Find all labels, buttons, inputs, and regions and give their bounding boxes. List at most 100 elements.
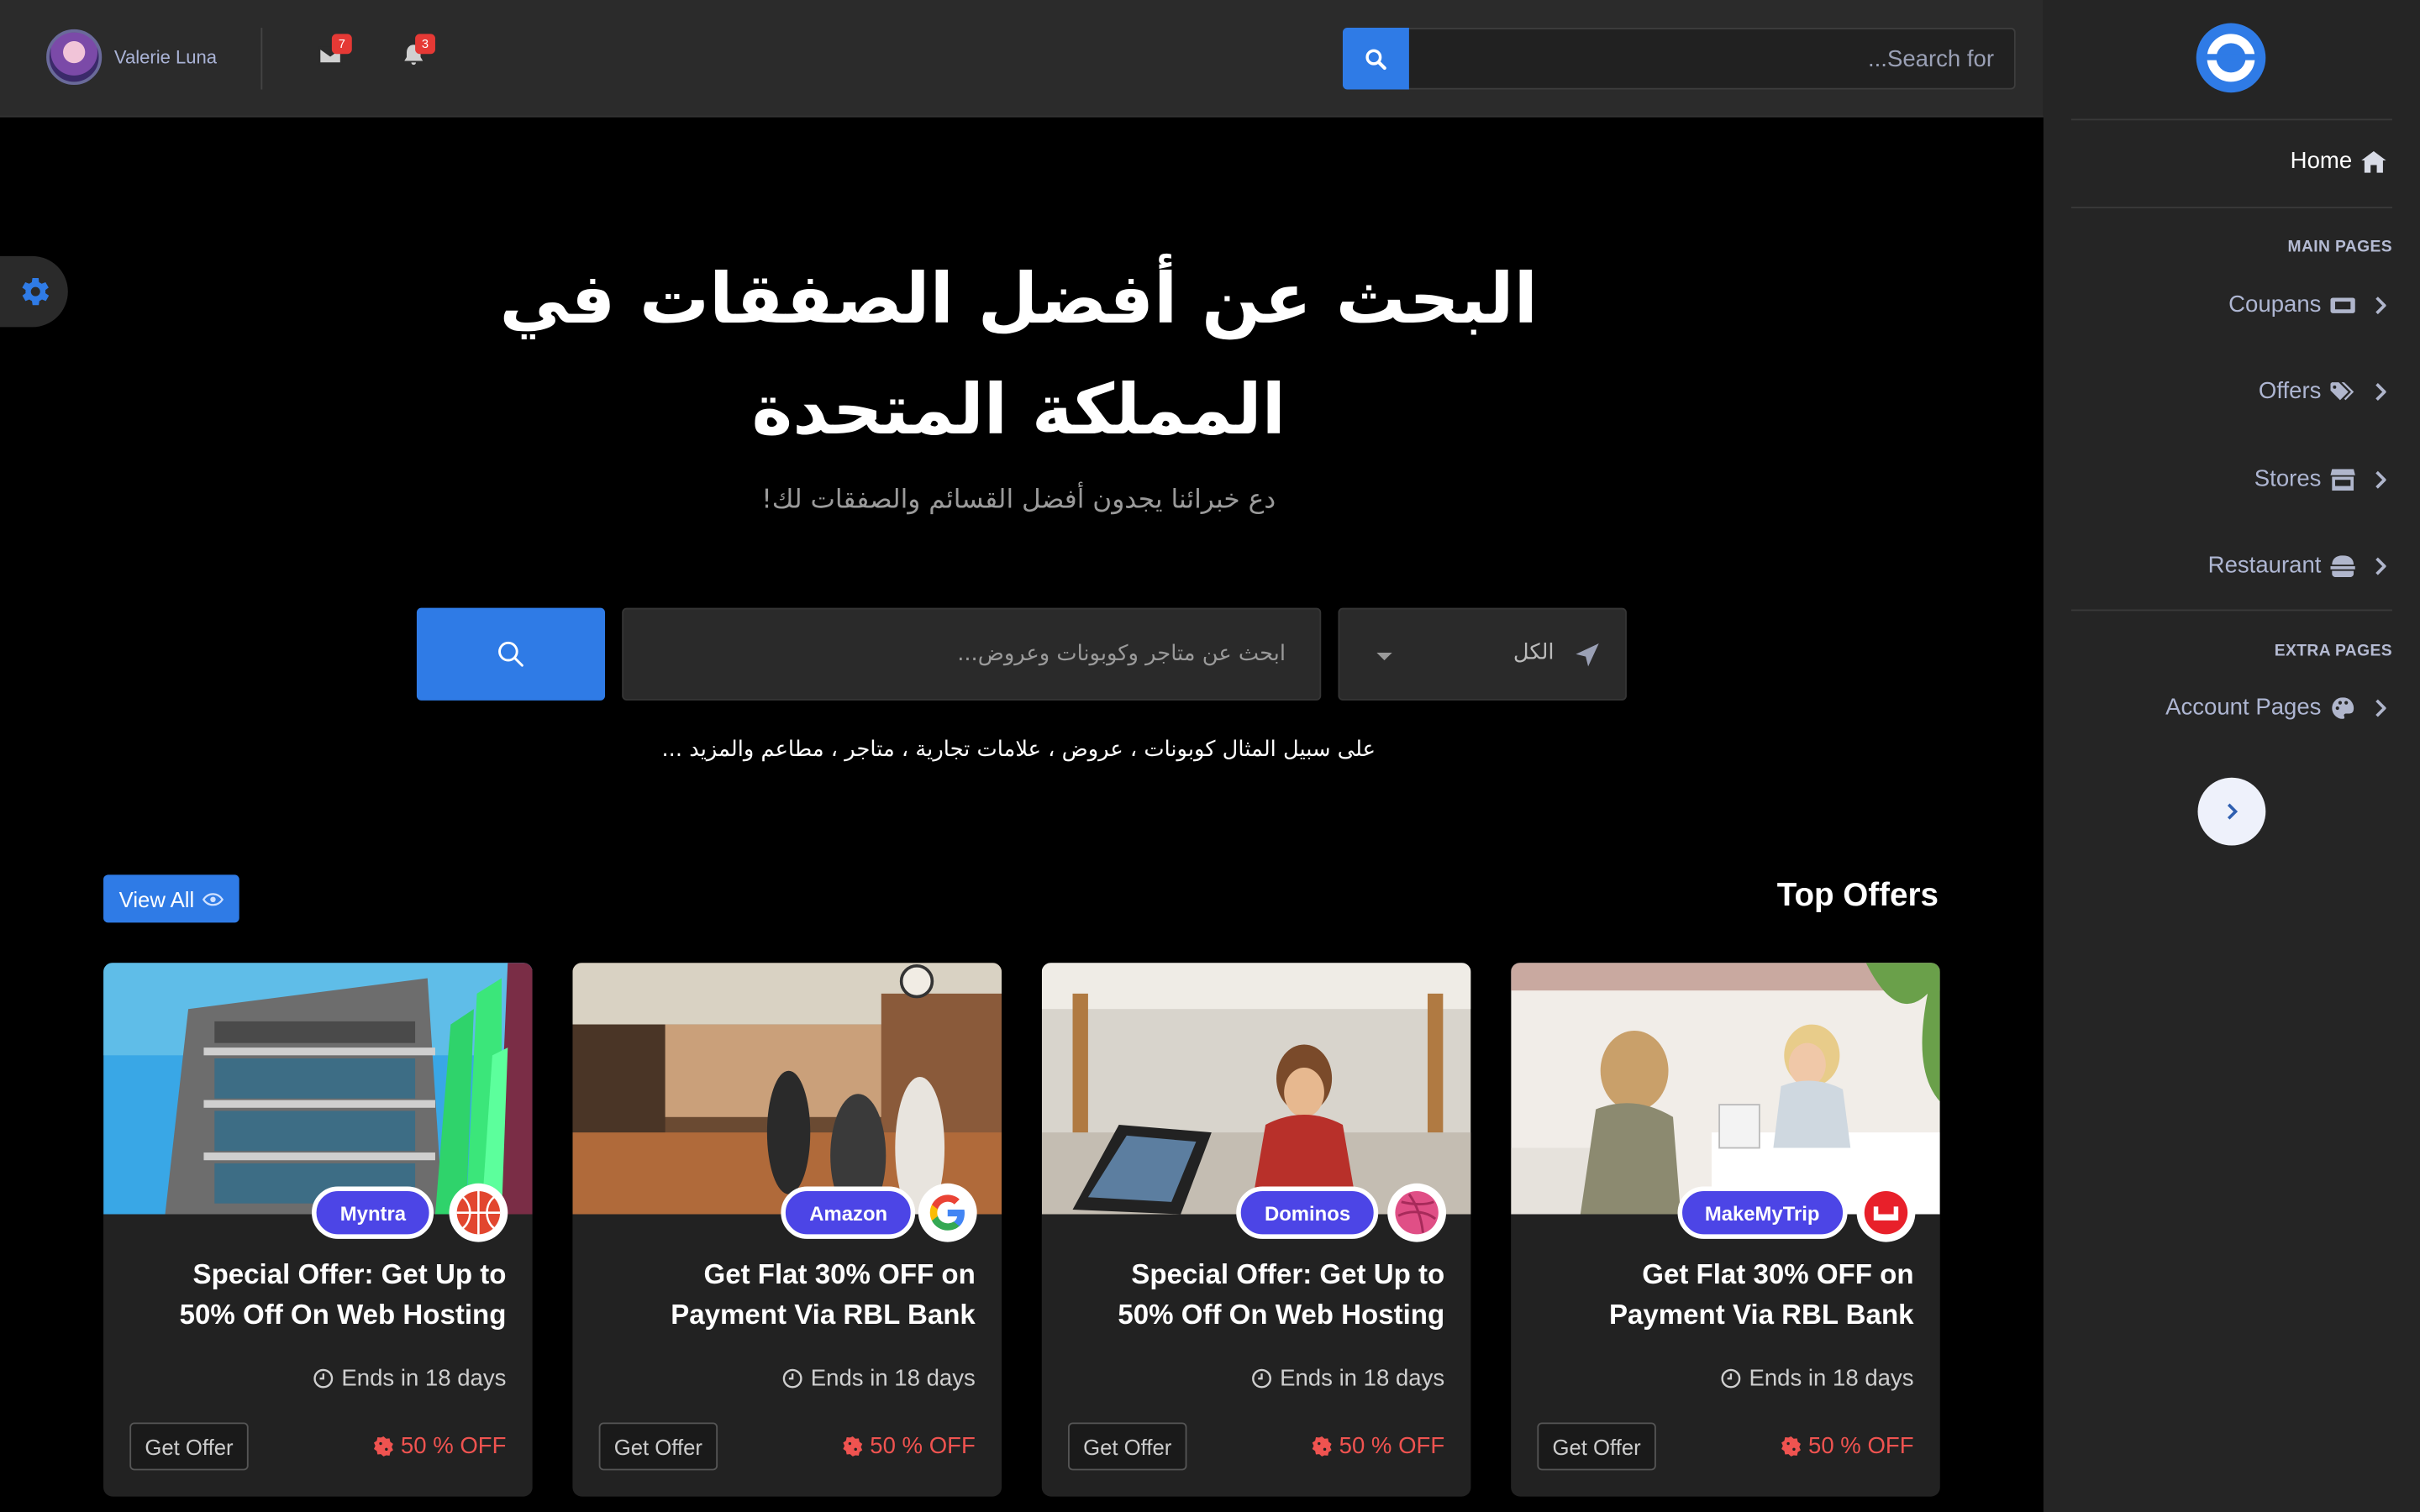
top-search	[1342, 28, 2016, 90]
sidebar: Home MAIN PAGES Coupans Offers Stores Re…	[2043, 0, 2420, 1512]
section-title: Top Offers	[1776, 878, 1939, 914]
sidebar-item-label: Stores	[2254, 465, 2322, 492]
offer-card[interactable]: Dominos Special Offer: Get Up to 50% Off…	[1041, 963, 1471, 1497]
discount-badge: 50 % OFF	[1312, 1433, 1445, 1460]
sidebar-item-account-pages[interactable]: Account Pages	[2165, 695, 2386, 721]
get-offer-button[interactable]: Get Offer	[1068, 1422, 1187, 1471]
search-icon	[498, 641, 523, 667]
google-icon	[918, 1183, 977, 1242]
couch-icon	[1856, 1183, 1916, 1242]
hero-subtitle: دع خبرائنا يجدون أفضل القسائم والصفقات ل…	[761, 484, 1276, 516]
tags-icon	[2330, 381, 2354, 400]
sidebar-item-stores[interactable]: Stores	[2254, 466, 2386, 492]
brand-badge[interactable]: Amazon	[781, 1186, 916, 1239]
clock-icon	[1252, 1368, 1272, 1389]
hero-title: البحث عن أفضل الصفقات في المملكة المتحدة	[499, 257, 1538, 451]
mail-button[interactable]: 7	[318, 34, 352, 74]
discount-badge: 50 % OFF	[1781, 1433, 1914, 1460]
avatar[interactable]	[46, 29, 103, 86]
offer-expiry: Ends in 18 days	[1252, 1366, 1444, 1392]
badge-percent-icon	[842, 1436, 862, 1457]
offer-title[interactable]: Special Offer: Get Up to 50% Off On Web …	[136, 1254, 507, 1335]
brand-badge[interactable]: MakeMyTrip	[1676, 1186, 1848, 1239]
chevron-right-icon	[2227, 803, 2238, 820]
burger-icon	[2330, 554, 2355, 577]
discount-text: 50 % OFF	[1339, 1433, 1445, 1460]
user-name[interactable]: Valerie Luna	[114, 46, 217, 68]
chevron-right-icon	[2375, 556, 2386, 575]
caret-down-icon	[1376, 652, 1392, 661]
palette-icon	[2332, 696, 2354, 718]
get-offer-button[interactable]: Get Offer	[129, 1422, 249, 1471]
ticket-icon	[2330, 297, 2355, 312]
clock-icon	[783, 1368, 803, 1389]
offer-image	[1041, 963, 1471, 1215]
logo-ring-icon	[2203, 34, 2259, 82]
hero-search-input[interactable]	[622, 607, 1322, 701]
dribbble-icon	[1387, 1183, 1447, 1242]
offer-expiry-text: Ends in 18 days	[341, 1365, 507, 1392]
view-all-button[interactable]: View All	[103, 874, 239, 923]
discount-text: 50 % OFF	[870, 1433, 976, 1460]
view-all-label: View All	[118, 886, 195, 911]
offer-image	[103, 963, 533, 1215]
store-icon	[2330, 468, 2355, 491]
mail-count-badge: 7	[331, 34, 352, 55]
brand-badge[interactable]: Myntra	[312, 1186, 434, 1239]
sidebar-item-label: Coupans	[2228, 291, 2322, 318]
top-search-input[interactable]	[1408, 28, 2016, 90]
badge-percent-icon	[1781, 1436, 1801, 1457]
divider	[260, 28, 263, 90]
gear-icon	[22, 277, 50, 306]
discount-badge: 50 % OFF	[842, 1433, 976, 1460]
offer-image	[1511, 963, 1940, 1215]
main-pages-header: MAIN PAGES	[2287, 237, 2392, 256]
discount-text: 50 % OFF	[1807, 1433, 1914, 1460]
notifications-button[interactable]: 3	[402, 34, 435, 74]
brand-badge[interactable]: Dominos	[1236, 1186, 1379, 1239]
offer-title[interactable]: Get Flat 30% OFF on Payment Via RBL Bank	[605, 1254, 976, 1335]
top-bar: Valerie Luna 7 3	[0, 0, 2044, 118]
sidebar-item-restaurant[interactable]: Restaurant	[2208, 553, 2386, 579]
sidebar-item-home[interactable]: Home	[2290, 148, 2386, 175]
bell-count-badge: 3	[415, 34, 435, 55]
clock-icon	[1721, 1368, 1741, 1389]
offer-expiry-text: Ends in 18 days	[1749, 1365, 1914, 1392]
offer-card[interactable]: Myntra Special Offer: Get Up to 50% Off …	[103, 963, 533, 1497]
location-select[interactable]: الكل	[1338, 607, 1627, 701]
sidebar-collapse-button[interactable]	[2197, 777, 2266, 846]
get-offer-button[interactable]: Get Offer	[1537, 1422, 1656, 1471]
search-hint: على سبيل المثال كوبونات ، عروض ، علامات …	[661, 737, 1376, 763]
offer-image	[572, 963, 1002, 1215]
chevron-right-icon	[2375, 698, 2386, 717]
home-icon	[2361, 150, 2386, 172]
offer-expiry: Ends in 18 days	[313, 1366, 506, 1392]
discount-badge: 50 % OFF	[373, 1433, 506, 1460]
user-menu[interactable]: Valerie Luna	[46, 29, 217, 86]
chevron-right-icon	[2375, 382, 2386, 401]
sidebar-item-label: Home	[2290, 148, 2353, 175]
offer-title[interactable]: Get Flat 30% OFF on Payment Via RBL Bank	[1544, 1254, 1914, 1335]
hero-search-button[interactable]	[416, 607, 605, 701]
offer-expiry: Ends in 18 days	[783, 1366, 976, 1392]
sidebar-item-label: Restaurant	[2207, 552, 2322, 579]
sidebar-item-coupans[interactable]: Coupans	[2228, 291, 2386, 318]
settings-toggle[interactable]	[0, 255, 68, 328]
offer-title[interactable]: Special Offer: Get Up to 50% Off On Web …	[1074, 1254, 1444, 1335]
offer-expiry: Ends in 18 days	[1721, 1365, 1914, 1392]
extra-pages-header: EXTRA PAGES	[2274, 642, 2392, 661]
logo[interactable]	[2196, 23, 2266, 93]
badge-percent-icon	[1312, 1436, 1331, 1457]
offer-card[interactable]: MakeMyTrip Get Flat 30% OFF on Payment V…	[1511, 963, 1940, 1497]
offer-card[interactable]: Amazon Get Flat 30% OFF on Payment Via R…	[572, 963, 1002, 1497]
sidebar-item-label: Offers	[2258, 378, 2322, 405]
top-search-button[interactable]	[1342, 28, 1409, 90]
badge-percent-icon	[373, 1436, 393, 1457]
search-icon	[1365, 48, 1386, 70]
offer-expiry-text: Ends in 18 days	[1280, 1365, 1445, 1392]
chevron-right-icon	[2375, 296, 2386, 314]
divider	[2070, 609, 2392, 612]
sidebar-item-offers[interactable]: Offers	[2259, 378, 2386, 404]
chevron-right-icon	[2375, 470, 2386, 488]
get-offer-button[interactable]: Get Offer	[598, 1422, 718, 1471]
